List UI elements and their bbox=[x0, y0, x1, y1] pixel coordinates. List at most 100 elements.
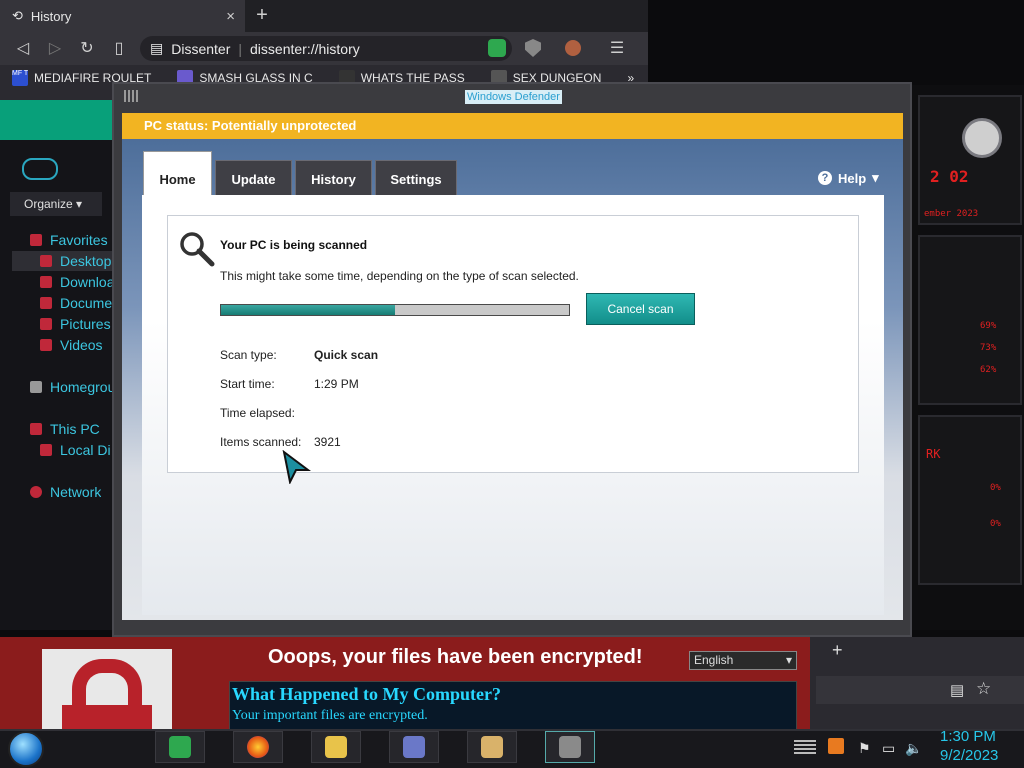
picture-icon bbox=[40, 318, 52, 330]
video-icon bbox=[40, 339, 52, 351]
network-tray-icon[interactable]: ▭ bbox=[882, 740, 895, 757]
bookmark-icon[interactable]: ▯ bbox=[108, 38, 130, 60]
taskbar-file-explorer[interactable] bbox=[311, 731, 361, 763]
browser-tab-history[interactable]: ⟲ History × bbox=[0, 0, 245, 32]
help-icon: ? bbox=[818, 171, 832, 185]
explorer-nav-icon[interactable] bbox=[22, 158, 58, 180]
menu-icon[interactable]: ☰ bbox=[606, 38, 628, 60]
tab-update[interactable]: Update bbox=[215, 160, 292, 196]
secondary-toolbar bbox=[816, 676, 1024, 704]
star-icon[interactable]: ☆ bbox=[976, 679, 991, 699]
site-name: Dissenter bbox=[171, 40, 231, 57]
disk-icon bbox=[40, 444, 52, 456]
reload-icon[interactable]: ↻ bbox=[76, 38, 98, 60]
scan-progress-fill bbox=[221, 305, 395, 315]
forward-icon[interactable]: ▷ bbox=[44, 38, 66, 60]
nav-pictures[interactable]: Pictures bbox=[40, 316, 111, 332]
tab-settings[interactable]: Settings bbox=[375, 160, 457, 196]
document-icon bbox=[40, 297, 52, 309]
magnifier-icon bbox=[180, 232, 215, 267]
new-tab-icon[interactable]: + bbox=[832, 640, 843, 661]
items-scanned-value: 3921 bbox=[314, 435, 341, 449]
nav-this-pc[interactable]: This PC bbox=[30, 421, 100, 437]
nav-homegroup[interactable]: Homegrou bbox=[30, 379, 115, 395]
hud-text: 62% bbox=[980, 365, 997, 375]
taskbar-chat-app[interactable] bbox=[155, 731, 205, 763]
new-tab-button[interactable]: + bbox=[250, 4, 274, 28]
mediafire-icon: MF T bbox=[12, 70, 28, 86]
close-tab-icon[interactable]: × bbox=[226, 8, 235, 25]
taskbar-firefox[interactable] bbox=[233, 731, 283, 763]
ransom-subtext: Your important files are encrypted. bbox=[232, 708, 428, 723]
hud-text: 0% bbox=[990, 483, 1001, 493]
back-icon[interactable]: ◁ bbox=[12, 38, 34, 60]
ransom-title: Ooops, your files have been encrypted! bbox=[268, 646, 643, 668]
nav-videos[interactable]: Videos bbox=[40, 337, 103, 353]
nav-downloads[interactable]: Downloa bbox=[40, 274, 114, 290]
padlock-icon bbox=[42, 649, 172, 729]
window-title: Windows Defender bbox=[465, 90, 562, 104]
window-grip-icon[interactable] bbox=[124, 90, 138, 102]
hud-text: 69% bbox=[980, 321, 997, 331]
computer-icon bbox=[30, 423, 42, 435]
hud-text: 0% bbox=[990, 519, 1001, 529]
explorer-header-bar bbox=[0, 100, 112, 140]
folder-icon bbox=[325, 736, 347, 758]
star-icon bbox=[30, 234, 42, 246]
tab-history[interactable]: History bbox=[295, 160, 372, 196]
organize-label: Organize bbox=[24, 197, 73, 211]
scan-title: Your PC is being scanned bbox=[220, 238, 368, 252]
tab-home[interactable]: Home bbox=[143, 151, 212, 196]
history-icon: ⟲ bbox=[12, 8, 23, 23]
nav-local-disk[interactable]: Local Di bbox=[40, 442, 111, 458]
nav-label: Videos bbox=[60, 337, 103, 353]
taskbar-control-panel[interactable] bbox=[389, 731, 439, 763]
download-icon bbox=[40, 276, 52, 288]
taskbar-defender[interactable] bbox=[545, 731, 595, 763]
hud-panel: RK 0% 0% bbox=[918, 415, 1022, 585]
hud-text: ember 2023 bbox=[924, 209, 979, 219]
items-scanned-label: Items scanned: bbox=[220, 435, 302, 449]
flag-icon[interactable]: ⚑ bbox=[858, 740, 871, 757]
ransom-heading: What Happened to My Computer? bbox=[232, 684, 501, 704]
nav-desktop[interactable]: Desktop bbox=[40, 253, 111, 269]
nav-label: Desktop bbox=[60, 253, 112, 269]
homegroup-icon bbox=[30, 381, 42, 393]
nav-favorites[interactable]: Favorites bbox=[30, 232, 108, 248]
vlc-tray-icon[interactable] bbox=[828, 738, 844, 754]
show-desktop-icon[interactable] bbox=[794, 740, 816, 754]
scan-progress-bar bbox=[220, 304, 570, 316]
nav-network[interactable]: Network bbox=[30, 484, 101, 500]
nav-label: Pictures bbox=[60, 316, 111, 332]
nav-label: Homegrou bbox=[50, 379, 116, 395]
chat-extension-icon[interactable] bbox=[488, 39, 506, 57]
clock-time[interactable]: 1:30 PM bbox=[940, 728, 996, 745]
cancel-scan-button[interactable]: Cancel scan bbox=[586, 293, 695, 325]
scan-subtitle: This might take some time, depending on … bbox=[220, 269, 579, 283]
address-bar[interactable]: ▤ Dissenter | dissenter://history bbox=[140, 36, 512, 61]
profile-avatar[interactable] bbox=[565, 40, 581, 56]
help-menu[interactable]: ? Help ▾ bbox=[818, 170, 879, 186]
nav-documents[interactable]: Docume bbox=[40, 295, 112, 311]
start-time-value: 1:29 PM bbox=[314, 377, 359, 391]
reader-icon[interactable]: ▤ bbox=[950, 681, 964, 699]
language-select[interactable]: English ▾ bbox=[689, 651, 797, 670]
defender-wall-icon bbox=[559, 736, 581, 758]
hud-panel: 2 02 ember 2023 bbox=[918, 95, 1022, 225]
control-panel-icon bbox=[403, 736, 425, 758]
volume-icon[interactable]: 🔈 bbox=[905, 740, 922, 757]
scan-type-value: Quick scan bbox=[314, 348, 379, 362]
organize-button[interactable]: Organize ▾ bbox=[10, 192, 102, 216]
handshake-icon bbox=[481, 736, 503, 758]
clock-date[interactable]: 9/2/2023 bbox=[940, 747, 998, 764]
desktop-icon bbox=[40, 255, 52, 267]
mouse-cursor-icon bbox=[282, 450, 311, 484]
start-button[interactable] bbox=[8, 731, 44, 767]
firefox-icon bbox=[247, 736, 269, 758]
nav-label: Docume bbox=[60, 295, 113, 311]
time-elapsed-label: Time elapsed: bbox=[220, 406, 295, 420]
chat-app-icon bbox=[169, 736, 191, 758]
taskbar-handshake-app[interactable] bbox=[467, 731, 517, 763]
start-time-label: Start time: bbox=[220, 377, 275, 391]
url-text: dissenter://history bbox=[250, 40, 360, 57]
